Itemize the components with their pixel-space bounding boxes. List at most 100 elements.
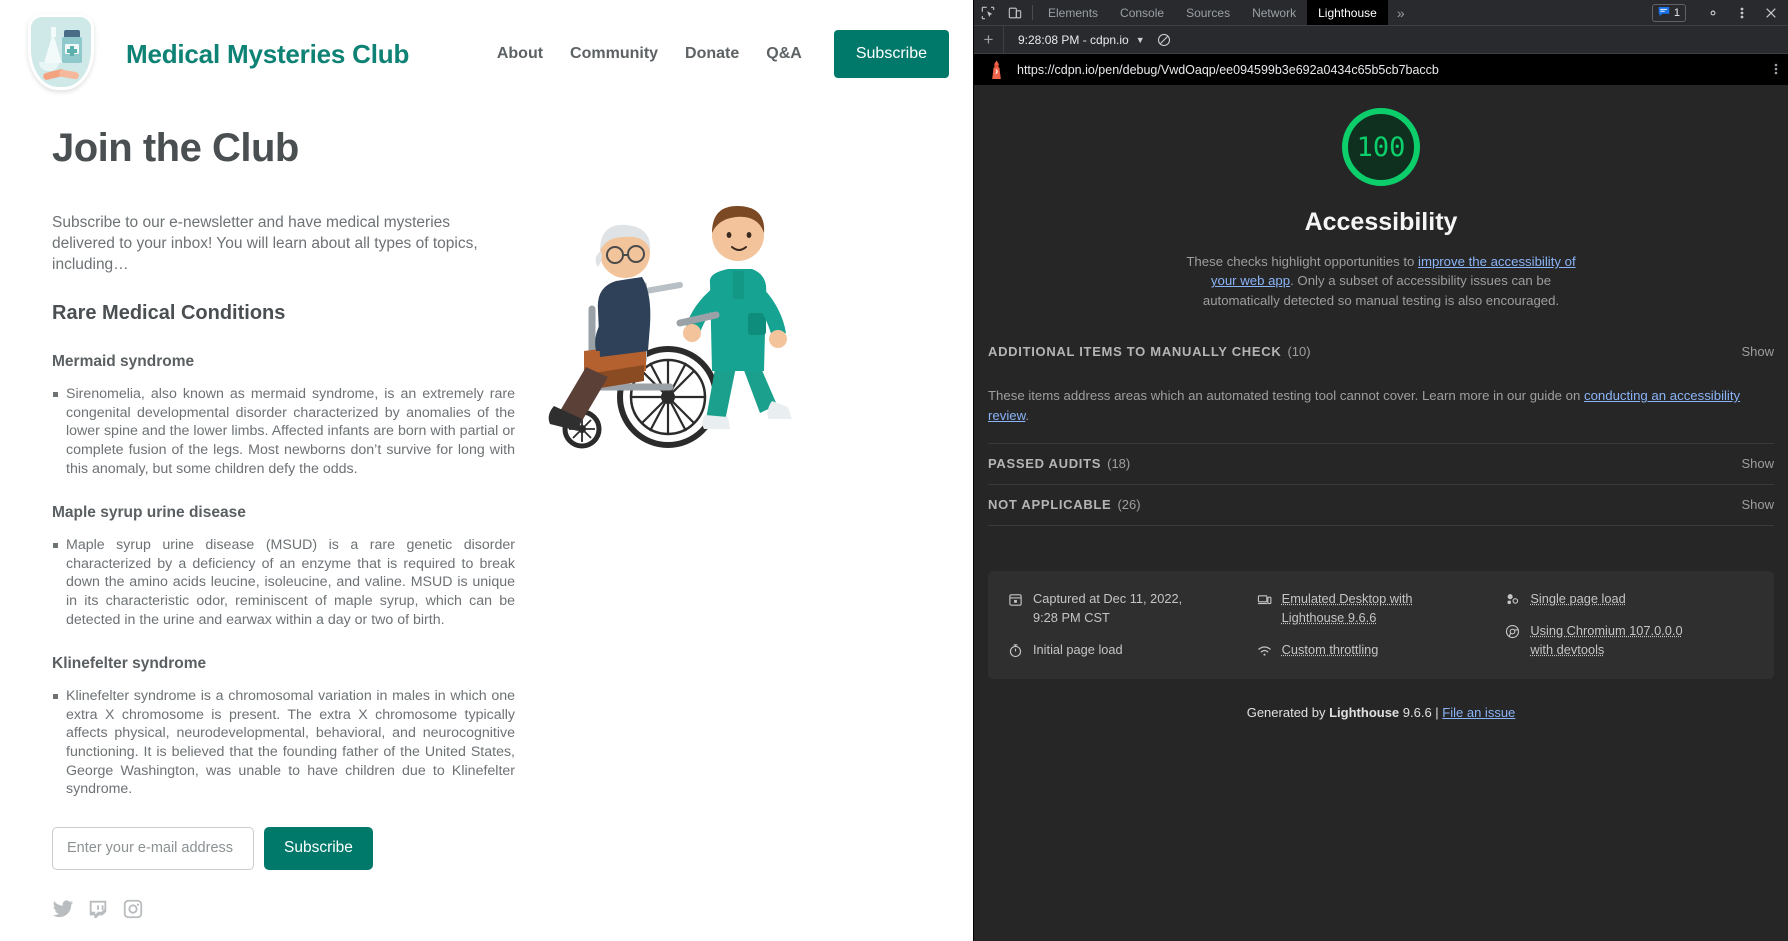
twitter-icon[interactable] — [52, 898, 74, 925]
file-an-issue-link[interactable]: File an issue — [1442, 705, 1515, 720]
metadata-single-page-load[interactable]: Single page load — [1505, 590, 1754, 609]
medical-shield-logo-icon — [28, 14, 100, 94]
section-count: (26) — [1117, 497, 1140, 512]
gear-icon[interactable] — [1699, 6, 1726, 20]
nurse-pushing-wheelchair-illustration — [520, 175, 820, 465]
single-page-icon — [1505, 592, 1520, 607]
newsletter-form: Subscribe — [52, 827, 933, 870]
run-selector-label: 9:28:08 PM - cdpn.io — [1018, 33, 1129, 47]
audit-sections: Additional items to manually check (10) … — [974, 332, 1788, 526]
page-content: Join the Club Subscribe to our e-newslet… — [0, 108, 973, 925]
list-item: Klinefelter syndrome is a chromosomal va… — [52, 687, 515, 799]
device-toolbar-icon[interactable] — [1001, 0, 1028, 25]
condition-title-msud: Maple syrup urine disease — [52, 504, 933, 522]
score-gauge-container: 100 — [974, 85, 1788, 186]
issues-counter-chip[interactable]: 1 — [1652, 4, 1686, 22]
close-icon[interactable] — [1757, 7, 1784, 19]
condition-list-klinefelter: Klinefelter syndrome is a chromosomal va… — [52, 687, 933, 799]
tab-sources[interactable]: Sources — [1175, 0, 1241, 25]
category-description: These checks highlight opportunities to … — [1183, 252, 1579, 310]
list-item: Sirenomelia, also known as mermaid syndr… — [52, 385, 515, 478]
intro-paragraph: Subscribe to our e-newsletter and have m… — [52, 213, 514, 275]
nav-item-donate[interactable]: Donate — [685, 45, 739, 63]
site-header: Medical Mysteries Club About Community D… — [0, 0, 973, 108]
clear-report-icon[interactable] — [1157, 33, 1171, 47]
throttling-icon — [1257, 643, 1272, 658]
screen-root: Medical Mysteries Club About Community D… — [0, 0, 1788, 941]
form-subscribe-button[interactable]: Subscribe — [264, 827, 373, 870]
lighthouse-report: 100 Accessibility These checks highlight… — [974, 85, 1788, 941]
section-passed-audits: Passed audits (18) Show — [988, 444, 1774, 485]
more-options-icon[interactable] — [1728, 6, 1755, 20]
devtools-panel: Elements Console Sources Network Lightho… — [973, 0, 1788, 941]
report-url-bar: https://cdpn.io/pen/debug/VwdOaqp/ee0945… — [974, 54, 1788, 85]
section-count: (18) — [1107, 456, 1130, 471]
report-metadata: Captured at Dec 11, 2022, 9:28 PM CST In… — [988, 571, 1774, 679]
tab-network[interactable]: Network — [1241, 0, 1307, 25]
inspect-element-icon[interactable] — [974, 0, 1001, 25]
metadata-column-1: Captured at Dec 11, 2022, 9:28 PM CST In… — [1008, 590, 1257, 660]
nav-item-qa[interactable]: Q&A — [766, 45, 802, 63]
site-brand-title: Medical Mysteries Club — [126, 39, 409, 70]
nav-item-community[interactable]: Community — [570, 45, 658, 63]
metadata-column-2: Emulated Desktop with Lighthouse 9.6.6 C… — [1257, 590, 1506, 660]
twitch-icon[interactable] — [87, 898, 109, 925]
footer-pre: Generated by — [1247, 705, 1329, 720]
metadata-page-load: Initial page load — [1008, 641, 1257, 660]
toolbar-right-actions: 1 — [1652, 0, 1788, 25]
category-title: Accessibility — [974, 208, 1788, 237]
section-not-applicable-header[interactable]: Not applicable (26) Show — [988, 485, 1774, 525]
tab-elements[interactable]: Elements — [1037, 0, 1109, 25]
instagram-icon[interactable] — [122, 898, 144, 925]
desktop-icon — [1257, 592, 1272, 607]
report-url: https://cdpn.io/pen/debug/VwdOaqp/ee0945… — [1017, 63, 1439, 77]
metadata-throttling[interactable]: Custom throttling — [1257, 641, 1506, 660]
section-passed-audits-header[interactable]: Passed audits (18) Show — [988, 444, 1774, 484]
toolbar-divider — [1032, 5, 1033, 20]
metadata-text: Emulated Desktop with Lighthouse 9.6.6 — [1282, 590, 1442, 628]
section-body-pre: These items address areas which an autom… — [988, 388, 1584, 403]
list-item: Maple syrup urine disease (MSUD) is a ra… — [52, 536, 515, 629]
issues-message-icon — [1658, 6, 1670, 20]
email-input[interactable] — [52, 827, 254, 870]
metadata-chromium-version[interactable]: Using Chromium 107.0.0.0 with devtools — [1505, 622, 1754, 660]
stopwatch-icon — [1008, 643, 1023, 658]
metadata-emulation[interactable]: Emulated Desktop with Lighthouse 9.6.6 — [1257, 590, 1506, 628]
chevron-down-icon: ▼ — [1136, 35, 1145, 45]
section-show-toggle[interactable]: Show — [1741, 344, 1774, 359]
metadata-text: Captured at Dec 11, 2022, 9:28 PM CST — [1033, 590, 1193, 628]
metadata-text: Using Chromium 107.0.0.0 with devtools — [1530, 622, 1690, 660]
devtools-toolbar: Elements Console Sources Network Lightho… — [974, 0, 1788, 26]
section-manual-checks-header[interactable]: Additional items to manually check (10) … — [988, 332, 1774, 372]
lighthouse-subbar: + 9:28:08 PM - cdpn.io ▼ — [974, 26, 1788, 54]
run-selector[interactable]: 9:28:08 PM - cdpn.io ▼ — [1018, 33, 1145, 47]
chromium-icon — [1505, 624, 1520, 639]
issues-count: 1 — [1674, 7, 1680, 19]
plus-icon[interactable]: + — [974, 26, 1004, 54]
header-subscribe-button[interactable]: Subscribe — [834, 30, 949, 78]
condition-list-msud: Maple syrup urine disease (MSUD) is a ra… — [52, 536, 933, 629]
section-count: (10) — [1287, 344, 1310, 359]
metadata-column-3: Single page load Using Chromium 107.0.0.… — [1505, 590, 1754, 660]
report-options-icon[interactable] — [1774, 62, 1778, 78]
accessibility-score-gauge: 100 — [1342, 108, 1420, 186]
metadata-captured-at: Captured at Dec 11, 2022, 9:28 PM CST — [1008, 590, 1257, 628]
footer-version: 9.6.6 | — [1399, 705, 1442, 720]
section-show-toggle[interactable]: Show — [1741, 497, 1774, 512]
section-show-toggle[interactable]: Show — [1741, 456, 1774, 471]
section-not-applicable: Not applicable (26) Show — [988, 485, 1774, 526]
section-title: Not applicable — [988, 497, 1111, 512]
website-viewport: Medical Mysteries Club About Community D… — [0, 0, 973, 941]
metadata-text: Custom throttling — [1282, 641, 1379, 660]
main-navigation: About Community Donate Q&A Subscribe — [497, 30, 949, 78]
footer-lighthouse-label: Lighthouse — [1329, 705, 1399, 720]
social-links — [52, 898, 933, 925]
section-manual-checks: Additional items to manually check (10) … — [988, 332, 1774, 444]
section-title: Passed audits — [988, 456, 1101, 471]
calendar-icon — [1008, 592, 1023, 607]
more-tabs-icon[interactable]: » — [1388, 0, 1414, 25]
nav-item-about[interactable]: About — [497, 45, 543, 63]
metadata-text: Initial page load — [1033, 641, 1123, 660]
tab-lighthouse[interactable]: Lighthouse — [1307, 0, 1388, 25]
tab-console[interactable]: Console — [1109, 0, 1175, 25]
